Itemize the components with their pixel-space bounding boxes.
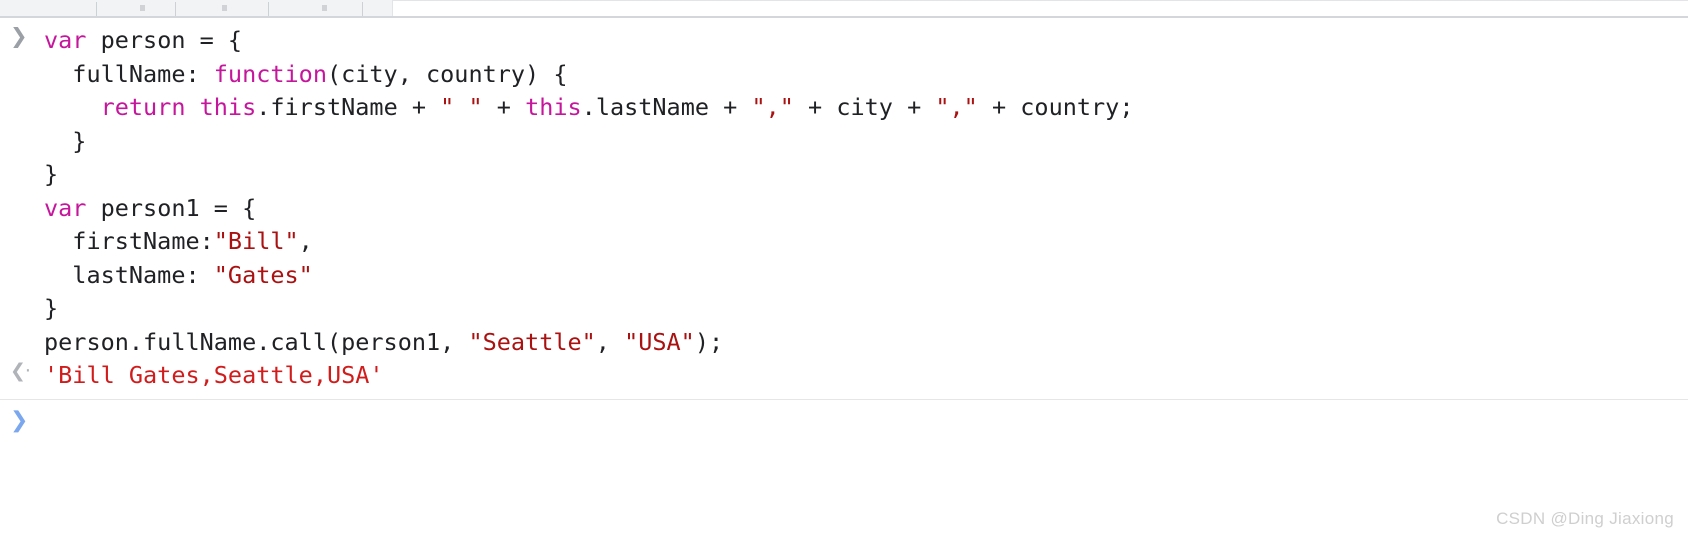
toolbar-eye-icon[interactable] bbox=[222, 5, 227, 11]
code-token: " " bbox=[440, 93, 483, 121]
console-input-entry[interactable]: ❯ var person = { fullName: function(city… bbox=[0, 24, 1688, 359]
prompt-gutter: ❯ bbox=[10, 408, 44, 432]
code-token: person = { bbox=[86, 26, 243, 54]
code-token: return bbox=[100, 93, 186, 121]
chevron-right-icon: ❯ bbox=[10, 408, 29, 433]
code-token: } bbox=[44, 294, 59, 322]
toolbar-level-dropdown-icon[interactable] bbox=[140, 5, 145, 11]
code-token: + city + bbox=[793, 93, 936, 121]
console-prompt-input[interactable] bbox=[44, 408, 1688, 434]
code-token: var bbox=[44, 193, 87, 222]
console-output-entry: ❮· 'Bill Gates,Seattle,USA' bbox=[0, 359, 1688, 395]
code-token: "Gates" bbox=[213, 260, 313, 289]
code-token: } bbox=[44, 126, 87, 155]
code-token: lastName: bbox=[44, 260, 214, 289]
toolbar-separator bbox=[175, 2, 176, 16]
input-gutter: ❯ bbox=[10, 24, 44, 47]
code-token: person.fullName.call(person1, bbox=[44, 327, 469, 356]
code-token: , bbox=[298, 227, 313, 255]
console-output-value: 'Bill Gates,Seattle,USA' bbox=[44, 361, 384, 389]
code-token: } bbox=[44, 160, 59, 188]
code-token: + bbox=[482, 93, 526, 121]
code-token: + country; bbox=[977, 93, 1134, 121]
output-gutter: ❮· bbox=[10, 359, 44, 382]
code-token: ); bbox=[694, 327, 724, 356]
toolbar-separator bbox=[268, 2, 269, 16]
code-token: this bbox=[199, 93, 257, 121]
console-prompt-row[interactable]: ❯ bbox=[0, 400, 1688, 440]
devtools-console-toolbar[interactable] bbox=[0, 0, 1688, 18]
code-token: person1 = { bbox=[86, 193, 257, 222]
code-token: var bbox=[44, 26, 87, 54]
code-token: function bbox=[213, 59, 327, 88]
console-log-area: ❯ var person = { fullName: function(city… bbox=[0, 18, 1688, 440]
console-input-code: var person = { fullName: function(city, … bbox=[44, 24, 1688, 359]
csdn-watermark: CSDN @Ding Jiaxiong bbox=[1496, 509, 1674, 528]
code-token: "USA" bbox=[624, 327, 695, 356]
chevron-left-icon: ❮· bbox=[10, 360, 31, 382]
toolbar-separator bbox=[362, 2, 363, 16]
code-token: .firstName + bbox=[256, 93, 441, 121]
code-token: firstName: bbox=[44, 227, 214, 255]
console-filter-input[interactable] bbox=[392, 0, 1688, 16]
toolbar-settings-icon[interactable] bbox=[322, 5, 327, 11]
code-token: "," bbox=[935, 93, 978, 121]
toolbar-separator bbox=[96, 2, 97, 16]
code-token: , bbox=[595, 327, 625, 356]
code-token: this bbox=[525, 93, 582, 121]
chevron-right-icon: ❯ bbox=[10, 24, 28, 48]
code-token: "Bill" bbox=[213, 227, 299, 255]
code-token: "Seattle" bbox=[468, 327, 596, 356]
code-token: fullName: bbox=[44, 59, 214, 88]
code-token: (city, country) { bbox=[326, 59, 568, 88]
code-token: "," bbox=[751, 93, 794, 121]
code-token: .lastName + bbox=[581, 93, 752, 121]
